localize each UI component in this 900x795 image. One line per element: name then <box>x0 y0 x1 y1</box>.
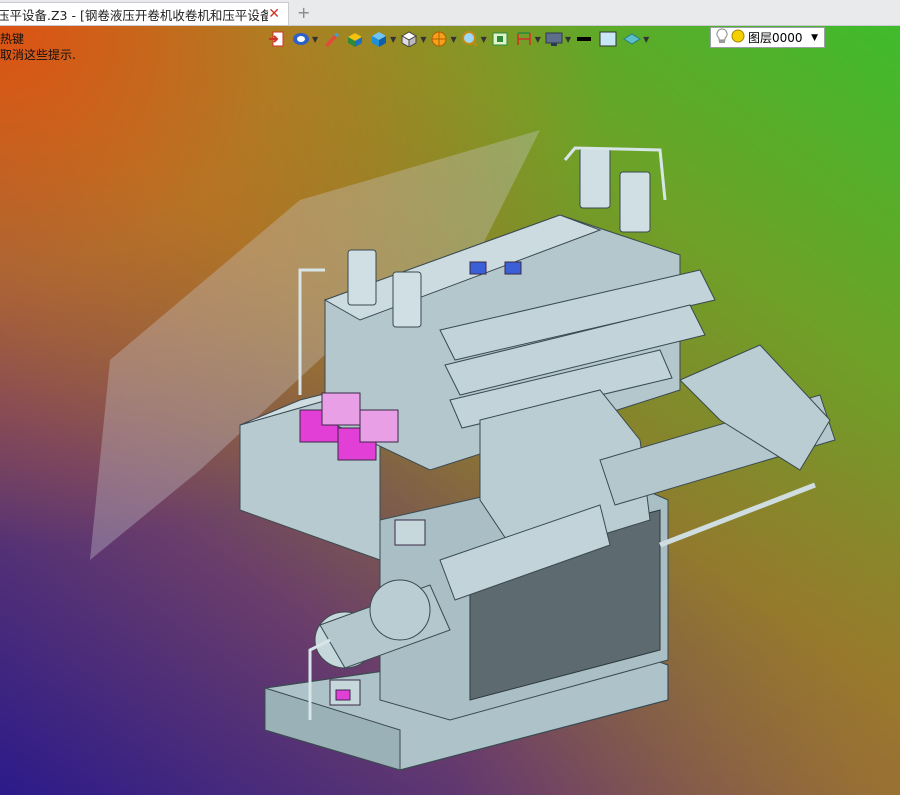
line-color-icon[interactable] <box>574 30 594 48</box>
layer-select[interactable]: 图层0000 ▼ <box>710 27 825 48</box>
chevron-down-icon[interactable]: ▼ <box>450 35 456 44</box>
chevron-down-icon[interactable]: ▼ <box>481 35 487 44</box>
chevron-down-icon[interactable]: ▼ <box>420 35 426 44</box>
chevron-down-icon[interactable]: ▼ <box>535 35 541 44</box>
render-mode-icon[interactable] <box>429 30 449 48</box>
view-toolbar: ▼ ▼ ▼ ▼ ▼ ▼ ▼ ▼ <box>267 27 652 51</box>
iso-view-icon[interactable] <box>399 30 419 48</box>
machine-model <box>90 130 836 771</box>
box-color-icon[interactable] <box>345 30 365 48</box>
view-cube-icon[interactable] <box>291 30 311 48</box>
display-icon[interactable] <box>544 30 564 48</box>
chevron-down-icon[interactable]: ▼ <box>565 35 571 44</box>
chevron-down-icon[interactable]: ▼ <box>390 35 396 44</box>
chevron-down-icon[interactable]: ▼ <box>643 35 649 44</box>
frame-icon[interactable] <box>490 30 510 48</box>
solid-view-icon[interactable] <box>369 30 389 48</box>
zoom-icon[interactable] <box>460 30 480 48</box>
lightbulb-icon[interactable] <box>716 28 728 47</box>
exit-icon[interactable] <box>267 30 287 48</box>
dimension-icon[interactable] <box>514 30 534 48</box>
chevron-down-icon[interactable]: ▼ <box>811 33 818 43</box>
layer-visual-icon[interactable] <box>622 30 642 48</box>
hint-line-1: 热键 <box>0 32 25 46</box>
fill-color-icon[interactable] <box>598 30 618 48</box>
layer-color-dot-icon[interactable] <box>731 29 745 46</box>
hint-line-2[interactable]: 取消这些提示. <box>0 46 76 63</box>
layer-name: 图层0000 <box>748 31 803 45</box>
chevron-down-icon[interactable]: ▼ <box>312 35 318 44</box>
pencil-icon[interactable] <box>321 30 341 48</box>
